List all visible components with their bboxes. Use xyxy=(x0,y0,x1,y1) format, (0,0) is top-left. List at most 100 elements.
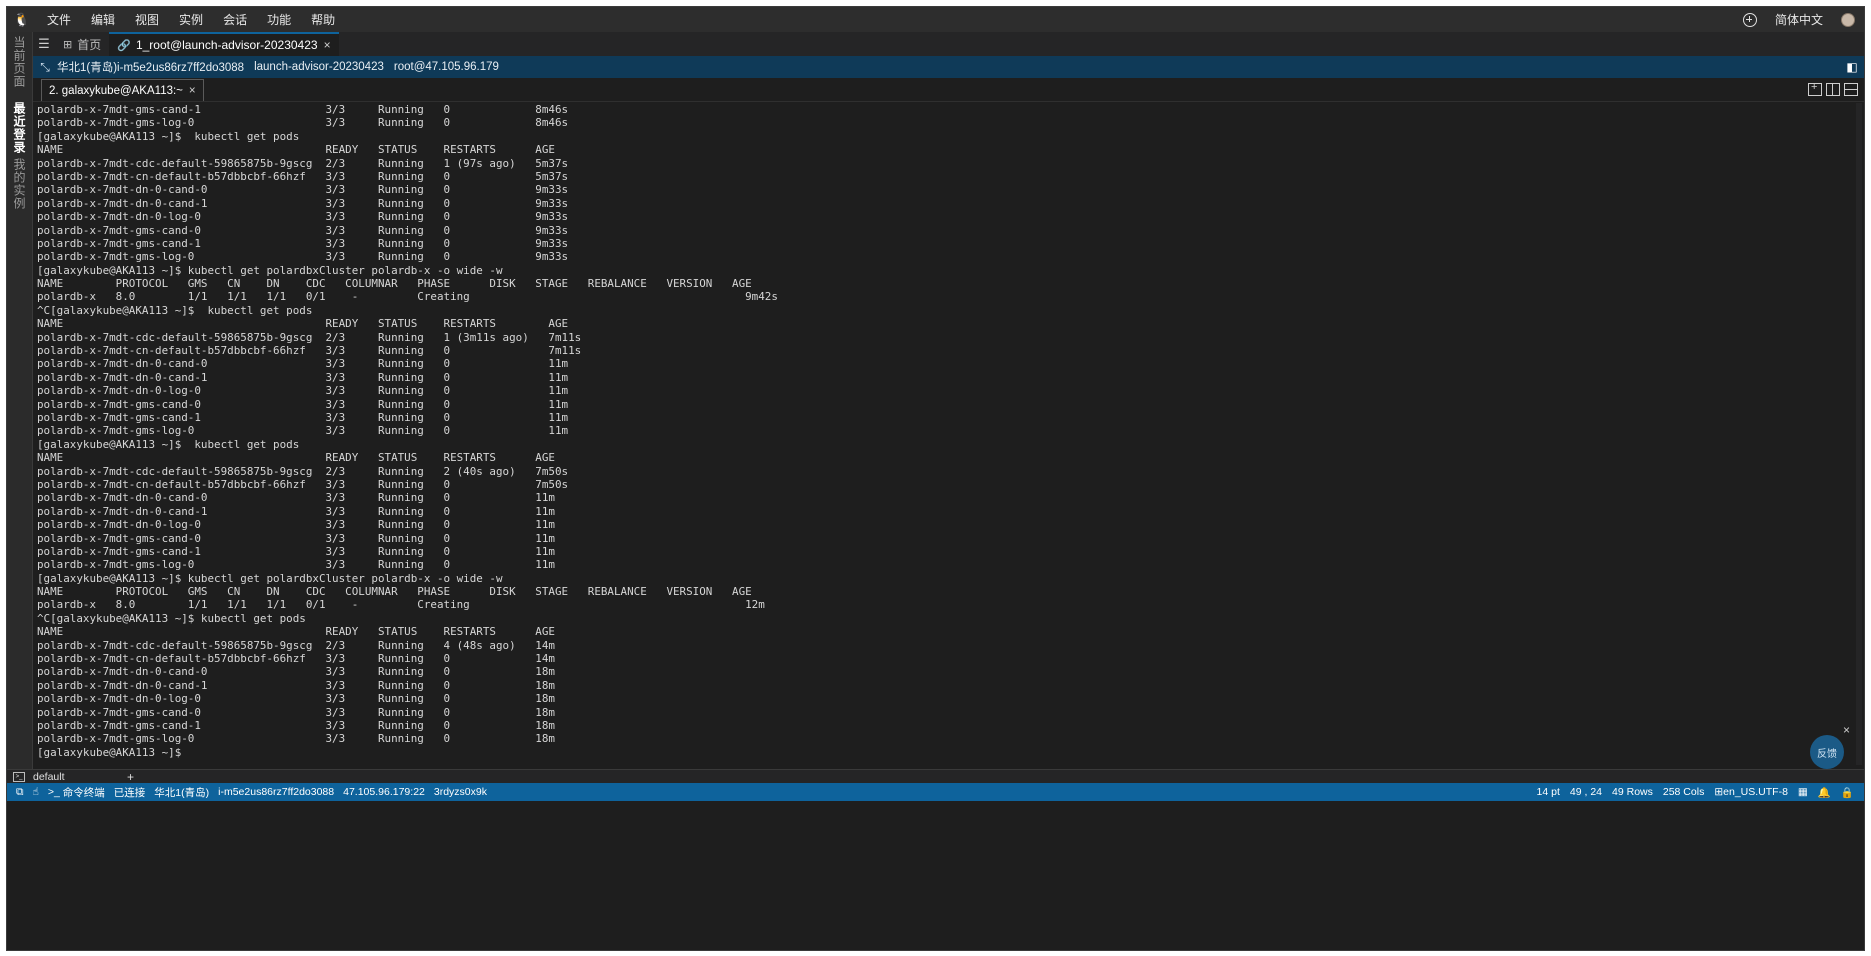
tab-list-icon[interactable]: ☰ xyxy=(33,32,55,56)
terminal-line: polardb-x-7mdt-cn-default-b57dbbcbf-66hz… xyxy=(37,169,569,183)
terminal-line: polardb-x-7mdt-dn-0-log-0 3/3 Running 0 … xyxy=(37,384,569,398)
terminal-line: polardb-x-7mdt-gms-cand-1 3/3 Running 0 … xyxy=(37,410,569,424)
terminal-scrollbar[interactable] xyxy=(1856,103,1862,765)
locale-encoding[interactable]: ⊞en_US.UTF-8 xyxy=(1714,786,1788,798)
status-instance-id: i-m5e2us86rz7ff2do3088 xyxy=(218,786,335,798)
instance-name: launch-advisor-20230423 xyxy=(254,61,384,73)
rows-count: 49 Rows xyxy=(1612,786,1653,798)
terminal-line: polardb-x-7mdt-gms-cand-0 3/3 Running 0 … xyxy=(37,705,555,719)
terminal-line: [galaxykube@AKA113 ~]$ kubectl get polar… xyxy=(37,263,503,277)
status-bar: ⧉ ☝ >_ 命令终端 已连接 华北1(青岛) i-m5e2us86rz7ff2… xyxy=(7,783,1864,801)
tab-session-label: 1_root@launch-advisor-20230423 xyxy=(135,38,318,52)
terminal-line: polardb-x-7mdt-dn-0-cand-1 3/3 Running 0… xyxy=(37,678,555,692)
terminal-line: [galaxykube@AKA113 ~]$ xyxy=(37,745,188,759)
status-address: 47.105.96.179:22 xyxy=(343,786,425,798)
terminal-line: [galaxykube@AKA113 ~]$ kubectl get pods xyxy=(37,437,300,451)
new-pane-icon[interactable] xyxy=(1808,81,1822,96)
tab-home[interactable]: ⊞ 首页 xyxy=(55,32,109,56)
terminal-line: polardb-x-7mdt-cdc-default-59865875b-9gs… xyxy=(37,330,582,344)
menu-session[interactable]: 会话 xyxy=(213,11,257,28)
cols-count: 258 Cols xyxy=(1662,786,1705,798)
instance-region: 华北1(青岛)i-m5e2us86rz7ff2do3088 xyxy=(57,62,245,74)
terminal-line: polardb-x-7mdt-gms-log-0 3/3 Running 0 1… xyxy=(37,558,555,572)
menu-view[interactable]: 视图 xyxy=(125,11,169,28)
menu-features[interactable]: 功能 xyxy=(257,11,301,28)
terminal-line: polardb-x-7mdt-dn-0-cand-0 3/3 Running 0… xyxy=(37,357,569,371)
terminal-line: NAME PROTOCOL GMS CN DN CDC COLUMNAR PHA… xyxy=(37,585,752,599)
session-tab-bar: ☰ ⊞ 首页 🔗 1_root@launch-advisor-20230423 … xyxy=(33,32,1864,56)
terminal-line: polardb-x-7mdt-cdc-default-59865875b-9gs… xyxy=(37,638,555,652)
close-feedback-icon[interactable]: × xyxy=(1843,723,1850,737)
menu-help[interactable]: 帮助 xyxy=(301,11,345,28)
collapse-icon[interactable]: ⤡ xyxy=(33,60,57,75)
menu-edit[interactable]: 编辑 xyxy=(81,11,125,28)
close-tab-icon[interactable]: × xyxy=(324,38,331,52)
rail-current-page[interactable]: 当前页面 xyxy=(11,36,28,88)
terminal-line: NAME READY STATUS RESTARTS AGE xyxy=(37,317,569,331)
terminal-line: polardb-x-7mdt-gms-log-0 3/3 Running 0 9… xyxy=(37,250,569,264)
tab-session[interactable]: 🔗 1_root@launch-advisor-20230423 × xyxy=(109,32,339,56)
terminal-output[interactable]: polardb-x-7mdt-gms-cand-1 3/3 Running 0 … xyxy=(37,103,1854,765)
hand-icon[interactable]: ☝ xyxy=(33,786,39,798)
close-terminal-tab-icon[interactable]: × xyxy=(189,85,196,97)
terminal-line: polardb-x 8.0 1/1 1/1 1/1 0/1 - Creating… xyxy=(37,290,778,304)
terminal-line: [galaxykube@AKA113 ~]$ kubectl get polar… xyxy=(37,571,503,585)
terminal-line: polardb-x-7mdt-cdc-default-59865875b-9gs… xyxy=(37,156,569,170)
panel-bar: >_ default + xyxy=(7,769,1864,784)
lock-icon[interactable]: 🔒 xyxy=(1841,786,1854,799)
add-panel-icon[interactable]: + xyxy=(127,770,134,784)
language-selector[interactable]: 简体中文 xyxy=(1766,11,1832,28)
terminal-line: polardb-x-7mdt-gms-cand-1 3/3 Running 0 … xyxy=(37,544,555,558)
terminal-line: NAME READY STATUS RESTARTS AGE xyxy=(37,451,555,465)
link-icon: 🔗 xyxy=(117,39,131,52)
terminal-line: NAME PROTOCOL GMS CN DN CDC COLUMNAR PHA… xyxy=(37,277,752,291)
rail-my-instances[interactable]: 我的实例 xyxy=(11,158,28,210)
terminal-line: polardb-x-7mdt-dn-0-log-0 3/3 Running 0 … xyxy=(37,210,569,224)
terminal-line: polardb-x-7mdt-dn-0-log-0 3/3 Running 0 … xyxy=(37,692,555,706)
status-session-id: 3rdyzs0x9k xyxy=(433,786,487,798)
terminal-line: polardb-x-7mdt-cn-default-b57dbbcbf-66hz… xyxy=(37,477,569,491)
feedback-button[interactable]: 反馈 xyxy=(1810,735,1844,769)
command-terminal[interactable]: >_ 命令终端 xyxy=(48,785,105,800)
terminal-line: polardb-x-7mdt-gms-log-0 3/3 Running 0 1… xyxy=(37,424,569,438)
app-logo-icon: 🐧 xyxy=(13,11,31,27)
terminal-line: polardb-x-7mdt-gms-cand-0 3/3 Running 0 … xyxy=(37,397,569,411)
session-info-bar: ⤡ 华北1(青岛)i-m5e2us86rz7ff2do3088 launch-a… xyxy=(33,56,1864,78)
split-vertical-icon[interactable] xyxy=(1826,83,1840,96)
terminal-line: polardb-x-7mdt-gms-log-0 3/3 Running 0 1… xyxy=(37,732,555,746)
panel-default[interactable]: default xyxy=(33,771,121,783)
terminal-tab[interactable]: 2. galaxykube@AKA113:~ × xyxy=(41,79,204,101)
terminal-app-window: 🐧 文件 编辑 视图 实例 会话 功能 帮助 简体中文 当前页面 最近登录 我的… xyxy=(6,6,1865,951)
login-address: root@47.105.96.179 xyxy=(393,61,499,73)
rail-recent-logins[interactable]: 最近登录 xyxy=(11,102,28,154)
terminal-line: polardb-x-7mdt-dn-0-cand-0 3/3 Running 0… xyxy=(37,665,555,679)
grid-icon[interactable]: ▦ xyxy=(1798,786,1808,798)
terminal-line: polardb-x-7mdt-gms-cand-1 3/3 Running 0 … xyxy=(37,236,569,250)
side-panel-icon[interactable]: ◧ xyxy=(1840,60,1864,74)
terminal-line: polardb-x-7mdt-gms-cand-1 3/3 Running 0 … xyxy=(37,718,555,732)
tab-home-label: 首页 xyxy=(77,37,102,52)
terminal-line: ^C[galaxykube@AKA113 ~]$ kubectl get pod… xyxy=(37,303,313,317)
user-avatar[interactable] xyxy=(1832,12,1864,27)
terminal-line: polardb-x-7mdt-gms-cand-1 3/3 Running 0 … xyxy=(37,103,569,116)
terminal-line: polardb-x-7mdt-dn-0-cand-1 3/3 Running 0… xyxy=(37,504,555,518)
terminal-line: polardb-x-7mdt-dn-0-cand-0 3/3 Running 0… xyxy=(37,183,569,197)
terminal-line: polardb-x-7mdt-dn-0-cand-1 3/3 Running 0… xyxy=(37,370,569,384)
copy-icon[interactable]: ⧉ xyxy=(16,786,24,799)
status-region: 华北1(青岛) xyxy=(154,786,210,799)
terminal-line: polardb-x-7mdt-gms-log-0 3/3 Running 0 8… xyxy=(37,116,569,130)
cursor-position: 49 , 24 xyxy=(1569,786,1603,798)
add-circle-icon[interactable] xyxy=(1734,12,1766,27)
terminal-line: polardb-x-7mdt-dn-0-cand-0 3/3 Running 0… xyxy=(37,491,555,505)
split-horizontal-icon[interactable] xyxy=(1844,83,1858,96)
terminal-line: polardb-x-7mdt-cn-default-b57dbbcbf-66hz… xyxy=(37,344,582,358)
terminal-line: polardb-x-7mdt-dn-0-cand-1 3/3 Running 0… xyxy=(37,196,569,210)
terminal-line: polardb-x-7mdt-gms-cand-0 3/3 Running 0 … xyxy=(37,531,555,545)
terminal-line: NAME READY STATUS RESTARTS AGE xyxy=(37,143,555,157)
terminal-line: polardb-x-7mdt-dn-0-log-0 3/3 Running 0 … xyxy=(37,518,555,532)
menu-file[interactable]: 文件 xyxy=(37,11,81,28)
bell-icon[interactable]: 🔔 xyxy=(1818,786,1831,799)
menu-instance[interactable]: 实例 xyxy=(169,11,213,28)
font-size[interactable]: 14 pt xyxy=(1537,786,1560,798)
terminal-tab-label: 2. galaxykube@AKA113:~ xyxy=(49,84,183,97)
